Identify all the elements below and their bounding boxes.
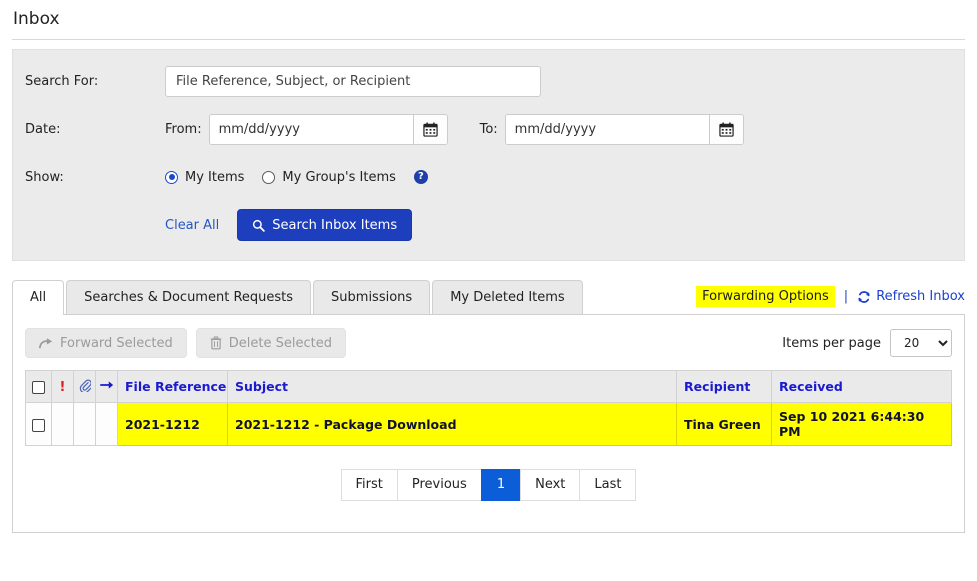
to-label: To: [479,121,498,137]
items-per-page-label: Items per page [782,335,881,351]
show-label: Show: [25,169,64,185]
search-inbox-items-label: Search Inbox Items [272,217,398,233]
search-panel: Search For: Date: From: [12,49,965,261]
received-column-header[interactable]: Received [771,370,952,403]
date-from-input[interactable] [209,114,413,144]
actions-separator: | [843,289,849,304]
radio-my-items-label: My Items [185,169,245,185]
search-for-row: Search For: [13,64,964,98]
date-label: Date: [25,121,61,137]
select-all-checkbox[interactable] [32,381,45,394]
clear-all-link[interactable]: Clear All [165,218,219,233]
search-inbox-items-button[interactable]: Search Inbox Items [237,209,413,241]
row-select-cell [25,402,52,446]
forward-selected-label: Forward Selected [60,335,173,351]
attachment-column-header[interactable] [73,370,96,403]
row-forwarded-cell [95,402,118,446]
subject-column-header[interactable]: Subject [227,370,677,403]
table-row[interactable]: 2021-1212 2021-1212 - Package Download T… [25,402,952,446]
calendar-icon-to-button[interactable] [708,114,743,144]
pagination: First Previous 1 Next Last [25,469,952,501]
calendar-icon [719,122,734,137]
radio-my-items-control[interactable] [165,170,178,184]
refresh-inbox-link[interactable]: Refresh Inbox [857,289,965,304]
radio-my-items[interactable]: My Items [165,170,244,185]
items-per-page-select[interactable]: 20 [890,329,952,357]
recipient-column-header[interactable]: Recipient [676,370,772,403]
pagination-previous[interactable]: Previous [396,469,481,501]
attachment-icon [79,379,92,393]
forward-arrow-icon [39,337,53,348]
calendar-icon [422,122,438,137]
title-divider [12,39,965,40]
search-actions-row: Clear All Search Inbox Items [13,208,964,242]
grid-header: ! File Reference Subject Recipient Recei… [25,370,952,403]
pagination-next[interactable]: Next [520,469,580,501]
refresh-inbox-label: Refresh Inbox [876,289,965,304]
pagination-first[interactable]: First [340,469,397,501]
grid-toolbar: Forward Selected Delete Selected Items p… [25,328,952,358]
tab-panel-all: Forward Selected Delete Selected Items p… [12,315,965,533]
calendar-icon-from-button[interactable] [412,114,447,144]
row-priority-cell [51,402,74,446]
grid-header-row: ! File Reference Subject Recipient Recei… [25,370,952,403]
date-row: Date: From: To: [13,112,964,146]
radio-my-groups-items-control[interactable] [262,170,276,184]
radio-my-groups-items-label: My Group's Items [282,169,396,185]
forwarding-options-link[interactable]: Forwarding Options [696,286,835,307]
show-row: Show: My Items My Group's Items ? [13,160,964,194]
tabs-area: All Searches & Document Requests Submiss… [12,280,965,533]
tab-all[interactable]: All [12,280,65,315]
tab-actions: Forwarding Options | Refresh Inbox [696,286,965,314]
pagination-list: First Previous 1 Next Last [340,469,637,501]
row-recipient: Tina Green [676,402,772,446]
pagination-page-1[interactable]: 1 [480,469,521,501]
row-checkbox[interactable] [32,418,45,432]
file-reference-column-header[interactable]: File Reference [117,370,228,403]
forwarded-arrow-icon [99,381,113,389]
tab-searches-and-document-requests[interactable]: Searches & Document Requests [66,280,312,314]
date-to-group [504,113,744,145]
radio-my-groups-items[interactable]: My Group's Items [262,169,396,185]
pagination-last[interactable]: Last [579,469,637,501]
select-all-header [25,370,52,403]
from-label: From: [165,121,202,137]
row-attachment-cell [73,402,96,446]
priority-column-header[interactable]: ! [51,370,74,403]
tab-submissions[interactable]: Submissions [313,280,431,314]
items-per-page-control: Items per page 20 [782,329,952,357]
grid-body: 2021-1212 2021-1212 - Package Download T… [25,402,952,446]
magnifier-icon [253,219,266,232]
refresh-icon [858,290,870,303]
page-title: Inbox [13,9,60,29]
row-received: Sep 10 2021 6:44:30 PM [771,402,952,446]
tabs-row: All Searches & Document Requests Submiss… [12,280,965,315]
row-subject: 2021-1212 - Package Download [227,402,677,446]
row-file-reference: 2021-1212 [117,402,228,446]
forwarded-column-header[interactable] [95,370,118,403]
delete-selected-button[interactable]: Delete Selected [195,328,346,358]
date-to-input[interactable] [505,114,709,144]
date-to-wrapper: To: [479,113,744,145]
forward-selected-button[interactable]: Forward Selected [25,328,187,358]
search-input[interactable] [165,65,541,97]
inbox-grid: ! File Reference Subject Recipient Recei… [25,370,952,446]
trash-icon [210,336,222,350]
priority-icon: ! [59,379,66,395]
search-for-label: Search For: [25,73,99,89]
date-from-group [208,113,448,145]
delete-selected-label: Delete Selected [228,335,332,351]
help-circle-icon[interactable]: ? [413,170,428,184]
tab-my-deleted-items[interactable]: My Deleted Items [432,280,583,314]
